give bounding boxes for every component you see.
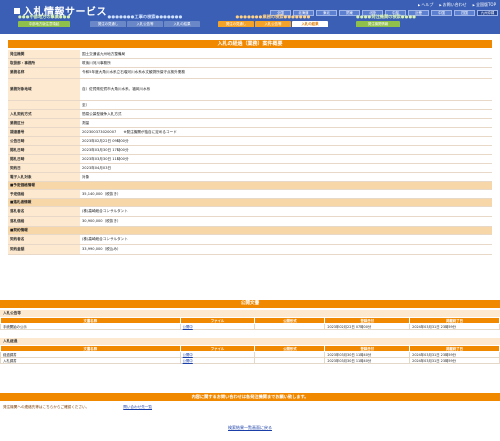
top-links: ヘルプ お問い合わせ 全国版TOP	[418, 2, 496, 8]
detail-row: 落札者名 (株)高崎総合コンサルタント	[8, 207, 492, 217]
detail-row: 契約者名 (株)高崎総合コンサルタント	[8, 235, 492, 245]
construction-notice-button[interactable]: 入札公告等	[127, 21, 163, 27]
detail-row: 開札日時 2023年03月30日 17時00分	[8, 146, 492, 155]
back-to-results-link[interactable]: 検索結果一覧画面に戻る	[228, 425, 272, 430]
detail-row: 公告日時 2023年02月22日 09時00分	[8, 137, 492, 146]
detail-row: 開札日時 2023年03月30日 11時00分	[8, 155, 492, 164]
detail-row: 業務区分 測量	[8, 119, 492, 128]
detail-row: 発注機関 国土交通省九州地方整備局	[8, 50, 492, 59]
file-link[interactable]: 公開中	[183, 353, 193, 357]
detail-row: 入札契約方式 簡易公募型競争入札方式	[8, 110, 492, 119]
back-to-results: 検索結果一覧画面に戻る	[0, 425, 500, 431]
group-title: 入札公告等	[0, 310, 500, 317]
national-top-link[interactable]: 全国版TOP	[473, 2, 496, 8]
construction-result-button[interactable]: 入札の結果	[164, 21, 200, 27]
region-tab-kyushu[interactable]: 九州沖縄	[477, 10, 498, 16]
agency-info-button[interactable]: 発注機関情報	[356, 21, 400, 27]
detail-row: 契約金額 33,990,000（税込み）	[8, 245, 492, 255]
subsection-title: ■契約情報	[8, 227, 492, 235]
category-title: ●●●中部地方の事業●●●	[18, 14, 71, 19]
contact-link-top[interactable]: お問い合わせ	[439, 2, 467, 8]
category-construction: ●●●●●●●工事の検索●●●●●●● 発注の見通し 入札公告等 入札の結果	[90, 14, 200, 34]
group-title: 入札経過	[0, 338, 500, 345]
public-documents-title: 公開文書	[0, 300, 500, 308]
region-tab-shikoku[interactable]: 四国	[454, 10, 475, 16]
service-forecast-button[interactable]: 発注の見通し	[218, 21, 254, 27]
detail-row: 業務名称 令和5年度大角川水系立石堰河川水系水文観測所保守点検外業務	[8, 68, 492, 79]
subsection-title: ■落札者情報	[8, 199, 492, 207]
contact-bar: 内容に関するお問い合わせは各発注機関までお願い致します。	[0, 393, 500, 401]
detail-row: 至）	[8, 101, 492, 110]
documents-table: 文書名称 ファイル 公開形式 登録日付 掲載終了日 手続開始の公示 公開中 20…	[0, 317, 500, 330]
category-title: ●●●●発注機関の検索●●●●	[356, 14, 417, 19]
category-title: ●●●●●●●業務の検索●●●●●●●	[235, 14, 311, 19]
documents-table: 文書名称 ファイル 公開形式 登録日付 掲載終了日 経過調書 公開中 2023年…	[0, 345, 500, 364]
region-notice-button[interactable]: 中部地方版注意喚起	[18, 21, 70, 27]
table-row: 入札調書 公開中 2023年03月30日 11時40分 2024年03月31日 …	[0, 357, 500, 364]
contact-row: 発注機関への連絡先等はこちらからご確認ください。 問い合わせ先一覧	[0, 403, 500, 411]
detail-row: 落札価格 30,900,000（税抜き）	[8, 217, 492, 227]
detail-row: 取扱部・事務所 筑後川河川事務所	[8, 59, 492, 68]
table-row: 手続開始の公示 公開中 2023年02月22日 07時00分 2024年03月3…	[0, 323, 500, 330]
contact-text: 発注機関への連絡先等はこちらからご確認ください。	[3, 404, 90, 409]
category-agency: ●●●●発注機関の検索●●●● 発注機関情報	[356, 14, 416, 34]
category-region: ●●●中部地方の事業●●● 中部地方版注意喚起	[18, 14, 70, 34]
detail-row: 調達番号 202300373020007 ※発注機関が独自に定めるコード	[8, 128, 492, 137]
file-link[interactable]: 公開中	[183, 325, 193, 329]
detail-row: 業務対象地域 自）佐賀県佐賀市大角川水系、福岡川水系	[8, 79, 492, 101]
file-link[interactable]: 公開中	[183, 359, 193, 363]
category-service: ●●●●●●●業務の検索●●●●●●● 発注の見通し 入札公告等 入札の結果	[218, 14, 328, 34]
region-tab-chugoku[interactable]: 中国	[431, 10, 452, 16]
construction-forecast-button[interactable]: 発注の見通し	[90, 21, 126, 27]
detail-row: 予定価格 35,140,000（税抜き）	[8, 190, 492, 199]
subsection-title: ■予定価格情報	[8, 182, 492, 190]
detail-row: 契約日 2023年04月03日	[8, 164, 492, 173]
contact-list-link[interactable]: 問い合わせ先一覧	[123, 405, 152, 410]
detail-row: 電子入札対象 対象	[8, 173, 492, 182]
service-result-button[interactable]: 入札の結果	[292, 21, 328, 27]
service-notice-button[interactable]: 入札公告等	[255, 21, 291, 27]
category-title: ●●●●●●●工事の検索●●●●●●●	[107, 14, 183, 19]
case-summary-title: 入札の経過（業務）案件概要	[8, 40, 492, 48]
public-documents: 公開文書 入札公告等 文書名称 ファイル 公開形式 登録日付 掲載終了日 手続開…	[0, 300, 500, 364]
case-summary: 入札の経過（業務）案件概要 発注機関 国土交通省九州地方整備局 取扱部・事務所 筑後…	[8, 40, 492, 255]
help-link[interactable]: ヘルプ	[418, 2, 433, 8]
site-header: 入札情報サービス ヘルプ お問い合わせ 全国版TOP 全国 北海道 東北 関東 …	[0, 0, 500, 34]
